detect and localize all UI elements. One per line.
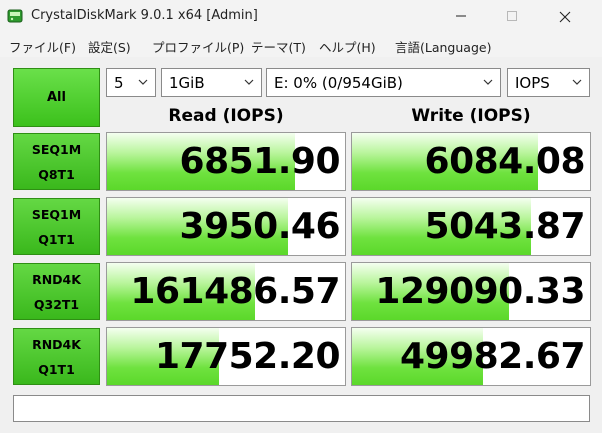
chevron-down-icon — [572, 79, 582, 85]
seq1m-q1t1-write-result: 5043.87 — [351, 197, 591, 256]
test-size-select[interactable]: 1GiB — [161, 68, 262, 97]
row-label-line2: Q1T1 — [38, 361, 75, 377]
rnd4k-q1t1-write-result: 49982.67 — [351, 327, 591, 386]
unit-select[interactable]: IOPS — [507, 68, 590, 97]
read-header: Read (IOPS) — [168, 106, 284, 126]
menu-language[interactable]: 言語(Language) — [395, 37, 491, 56]
menu-theme[interactable]: テーマ(T) — [251, 37, 306, 56]
rnd4k-q32t1-write-result: 129090.33 — [351, 262, 591, 321]
rnd4k-q32t1-button[interactable]: RND4K Q32T1 — [13, 263, 100, 320]
write-value: 129090.33 — [375, 271, 585, 312]
window-title: CrystalDiskMark 9.0.1 x64 [Admin] — [31, 8, 258, 23]
read-value: 6851.90 — [179, 141, 341, 182]
chevron-down-icon — [244, 79, 254, 85]
menu-file[interactable]: ファイル(F) — [9, 37, 76, 56]
close-icon — [559, 11, 571, 22]
all-button[interactable]: All — [13, 68, 100, 127]
menu-help[interactable]: ヘルプ(H) — [319, 37, 376, 56]
comment-input[interactable] — [13, 395, 590, 422]
read-value: 17752.20 — [154, 336, 341, 377]
write-value: 6084.08 — [424, 141, 586, 182]
minimize-icon — [456, 15, 466, 16]
menu-settings[interactable]: 設定(S) — [88, 37, 131, 56]
menu-profile[interactable]: プロファイル(P) — [152, 37, 244, 56]
title-bar: CrystalDiskMark 9.0.1 x64 [Admin] — [0, 0, 602, 32]
test-count-select[interactable]: 5 — [106, 68, 156, 97]
write-header: Write (IOPS) — [411, 106, 531, 126]
rnd4k-q1t1-read-result: 17752.20 — [106, 327, 346, 386]
row-label-line1: RND4K — [32, 271, 81, 287]
rnd4k-q32t1-read-result: 161486.57 — [106, 262, 346, 321]
row-label-line2: Q1T1 — [38, 231, 75, 247]
close-button[interactable] — [542, 0, 588, 32]
drive-value: E: 0% (0/954GiB) — [274, 73, 403, 92]
read-value: 161486.57 — [130, 271, 340, 312]
menu-bar: ファイル(F) 設定(S) プロファイル(P) テーマ(T) ヘルプ(H) 言語… — [0, 33, 602, 57]
test-size-value: 1GiB — [169, 73, 205, 92]
row-label-line2: Q32T1 — [33, 296, 80, 312]
maximize-button[interactable] — [489, 0, 535, 32]
row-label-line1: SEQ1M — [31, 141, 82, 157]
chevron-down-icon — [483, 79, 493, 85]
row-label-line2: Q8T1 — [38, 166, 75, 182]
drive-select[interactable]: E: 0% (0/954GiB) — [266, 68, 501, 97]
row-label-line1: SEQ1M — [31, 206, 82, 222]
test-count-value: 5 — [114, 73, 124, 92]
seq1m-q8t1-read-result: 6851.90 — [106, 132, 346, 191]
maximize-icon — [507, 10, 517, 21]
seq1m-q1t1-button[interactable]: SEQ1M Q1T1 — [13, 198, 100, 255]
write-value: 5043.87 — [424, 206, 586, 247]
row-label-line1: RND4K — [32, 336, 81, 352]
write-value: 49982.67 — [399, 336, 586, 377]
minimize-button[interactable] — [438, 0, 484, 32]
seq1m-q1t1-read-result: 3950.46 — [106, 197, 346, 256]
app-icon — [7, 9, 23, 23]
seq1m-q8t1-button[interactable]: SEQ1M Q8T1 — [13, 133, 100, 190]
unit-value: IOPS — [515, 73, 550, 92]
rnd4k-q1t1-button[interactable]: RND4K Q1T1 — [13, 328, 100, 385]
chevron-down-icon — [138, 79, 148, 85]
read-value: 3950.46 — [179, 206, 341, 247]
seq1m-q8t1-write-result: 6084.08 — [351, 132, 591, 191]
